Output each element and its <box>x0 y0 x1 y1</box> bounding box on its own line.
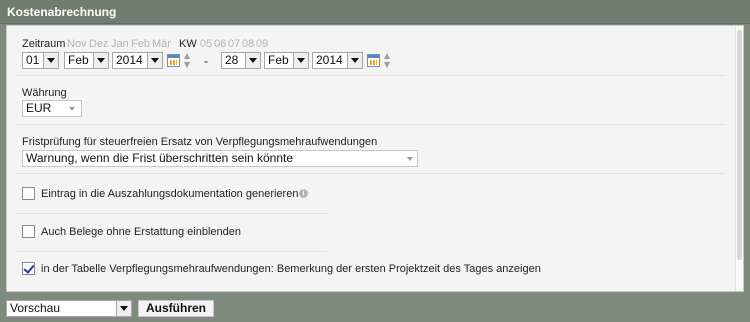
to-day-select[interactable]: 28 <box>221 52 261 69</box>
to-day-value: 28 <box>225 53 239 67</box>
deadline-select[interactable]: Warnung, wenn die Frist überschritten se… <box>22 150 418 167</box>
calendar-icon[interactable] <box>167 54 180 67</box>
run-button[interactable]: Ausführen <box>138 300 214 317</box>
kw-label: KW <box>179 38 197 50</box>
output-mode-select[interactable]: Vorschau <box>6 300 132 317</box>
currency-section: Währung EUR <box>15 81 725 125</box>
payout-doc-label: Eintrag in die Auszahlungsdokumentation … <box>41 188 299 200</box>
chevron-down-icon[interactable] <box>347 53 362 68</box>
period-section: Zeitraum Nov Dez Jan Feb Mär KW 05 06 07… <box>15 36 725 76</box>
to-month-select[interactable]: Feb <box>264 52 309 69</box>
remark-first-project-label: in der Tabelle Verpflegungsmehraufwendun… <box>41 263 541 275</box>
from-year-value: 2014 <box>116 53 143 67</box>
quick-week-08[interactable]: 08 <box>242 38 254 50</box>
from-month-select[interactable]: Feb <box>64 52 109 69</box>
chevron-down-icon[interactable] <box>147 53 162 68</box>
currency-label: Währung <box>22 87 67 99</box>
deadline-value: Warnung, wenn die Frist überschritten se… <box>26 151 294 165</box>
quick-month-maer[interactable]: Mär <box>152 38 171 50</box>
from-year-select[interactable]: 2014 <box>112 52 163 69</box>
chevron-down-icon[interactable] <box>407 157 413 161</box>
from-month-value: Feb <box>68 53 89 67</box>
quick-week-09[interactable]: 09 <box>256 38 268 50</box>
date-spinner-icon[interactable] <box>384 53 391 69</box>
to-year-value: 2014 <box>316 53 343 67</box>
period-label: Zeitraum <box>22 38 66 50</box>
quick-month-nov[interactable]: Nov <box>67 38 87 50</box>
currency-value: EUR <box>26 101 52 115</box>
option-show-receipts: Auch Belege ohne Erstattung einblenden <box>15 214 327 252</box>
chevron-down-icon[interactable] <box>69 107 75 111</box>
date-spinner-icon[interactable] <box>184 53 191 69</box>
quick-week-07[interactable]: 07 <box>228 38 240 50</box>
output-mode-value: Vorschau <box>10 301 61 315</box>
deadline-section: Fristprüfung für steuerfreien Ersatz von… <box>15 126 725 174</box>
from-day-value: 01 <box>26 53 40 67</box>
quick-week-05[interactable]: 05 <box>200 38 212 50</box>
quick-month-dez[interactable]: Dez <box>89 38 109 50</box>
panel-title: Kostenabrechnung <box>0 0 750 24</box>
show-receipts-label: Auch Belege ohne Erstattung einblenden <box>41 226 241 238</box>
chevron-down-icon[interactable] <box>93 53 108 68</box>
scrollbar-thumb[interactable] <box>737 30 742 260</box>
date-range-separator: - <box>204 54 208 68</box>
quick-month-feb[interactable]: Feb <box>131 38 150 50</box>
option-remark-first-project: in der Tabelle Verpflegungsmehraufwendun… <box>15 252 725 290</box>
option-payout-doc: Eintrag in die Auszahlungsdokumentation … <box>15 174 327 214</box>
info-icon[interactable]: i <box>299 189 308 198</box>
chevron-down-icon[interactable] <box>116 301 131 316</box>
currency-select[interactable]: EUR <box>22 100 82 117</box>
chevron-down-icon[interactable] <box>293 53 308 68</box>
to-month-value: Feb <box>268 53 289 67</box>
quick-month-jan[interactable]: Jan <box>111 38 129 50</box>
remark-first-project-checkbox[interactable] <box>22 262 35 275</box>
show-receipts-checkbox[interactable] <box>22 225 35 238</box>
chevron-down-icon[interactable] <box>43 53 58 68</box>
to-year-select[interactable]: 2014 <box>312 52 363 69</box>
payout-doc-checkbox[interactable] <box>22 187 35 200</box>
from-day-select[interactable]: 01 <box>22 52 59 69</box>
deadline-label: Fristprüfung für steuerfreien Ersatz von… <box>22 136 378 148</box>
calendar-icon[interactable] <box>367 54 380 67</box>
quick-week-06[interactable]: 06 <box>214 38 226 50</box>
vertical-scrollbar[interactable] <box>735 26 743 291</box>
report-form: Zeitraum Nov Dez Jan Feb Mär KW 05 06 07… <box>6 25 744 292</box>
chevron-down-icon[interactable] <box>245 53 260 68</box>
